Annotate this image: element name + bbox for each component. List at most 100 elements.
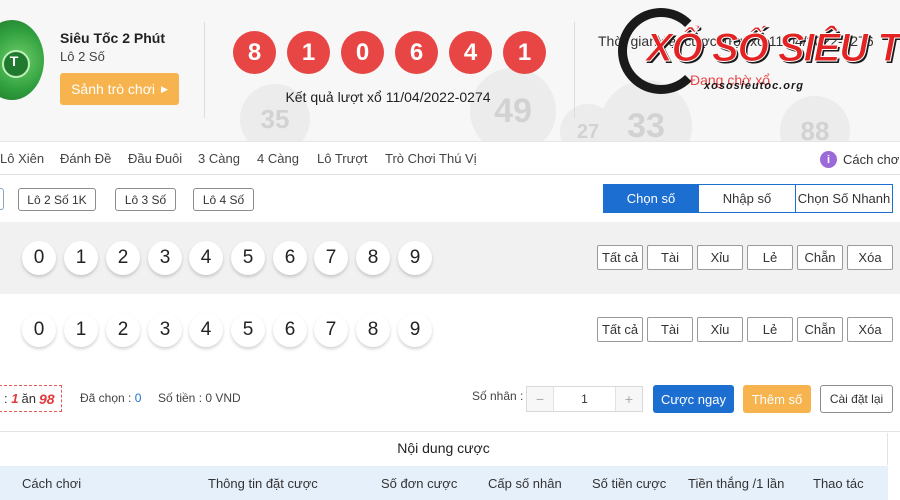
quick-clear-button[interactable]: Xóa <box>847 245 893 270</box>
bg-ball-number: 33 <box>627 106 665 142</box>
minus-icon[interactable]: − <box>527 387 553 411</box>
selected-count: Đã chọn : 0 <box>80 391 141 405</box>
quick-tai-button[interactable]: Tài <box>647 245 693 270</box>
quick-clear-button[interactable]: Xóa <box>847 317 893 342</box>
bg-ball: 49 <box>470 68 556 141</box>
quick-tai-button[interactable]: Tài <box>647 317 693 342</box>
bg-ball-number: 27 <box>576 120 600 142</box>
nav-item-dau-duoi[interactable]: Đầu Đuôi <box>128 151 182 166</box>
result-ball: 1 <box>287 31 330 74</box>
divider <box>574 22 575 118</box>
reset-button[interactable]: Cài đặt lại <box>820 385 893 413</box>
how-to-play-link[interactable]: i Cách chơi <box>820 151 900 168</box>
game-title: Siêu Tốc 2 Phút <box>60 30 166 46</box>
quick-xiu-button[interactable]: Xỉu <box>697 317 743 342</box>
number-row-2: 0 1 2 3 4 5 6 7 8 9 Tất cả Tài Xỉu Lẻ Ch… <box>0 294 900 366</box>
odds-badge: : 1 ăn 98 <box>0 385 62 412</box>
number-ball[interactable]: 0 <box>22 313 56 347</box>
tab-chon-so[interactable]: Chọn số <box>603 184 699 213</box>
bet-table-header: Cách chơi Thông tin đặt cược Số đơn cược… <box>0 466 888 500</box>
number-ball[interactable]: 8 <box>356 241 390 275</box>
quick-chan-button[interactable]: Chẵn <box>797 317 843 342</box>
selected-label: Đã chọn : <box>80 391 132 405</box>
number-ball[interactable]: 4 <box>189 313 223 347</box>
odds-win: 98 <box>38 390 55 407</box>
number-ball[interactable]: 6 <box>273 313 307 347</box>
number-ball[interactable]: 7 <box>314 241 348 275</box>
nav-item-4-cang[interactable]: 4 Càng <box>257 151 299 166</box>
number-ball[interactable]: 9 <box>398 241 432 275</box>
result-numbers: 8 1 0 6 4 1 <box>233 31 546 74</box>
number-ball[interactable]: 3 <box>148 313 182 347</box>
game-logo-letter: T <box>9 53 19 69</box>
amount-value: 0 VND <box>205 391 241 405</box>
quick-le-button[interactable]: Lẻ <box>747 317 793 342</box>
lobby-button[interactable]: Sảnh trò chơi ▶ <box>60 73 179 105</box>
nav-item-danh-de[interactable]: Đánh Đề <box>60 151 111 166</box>
selected-value: 0 <box>134 391 142 405</box>
nav-item-tro-choi[interactable]: Trò Chơi Thú Vị <box>385 151 477 166</box>
number-ball[interactable]: 1 <box>64 241 98 275</box>
brand-site: xososieutoc.org <box>704 80 804 92</box>
tab-chon-so-nhanh[interactable]: Chọn Số Nhanh <box>795 184 893 213</box>
result-ball: 4 <box>449 31 492 74</box>
amount-label: Số tiền : <box>158 391 203 405</box>
number-ball[interactable]: 3 <box>148 241 182 275</box>
nav-item-lo-xien[interactable]: Lô Xiên <box>0 151 44 166</box>
result-ball: 8 <box>233 31 276 74</box>
number-ball[interactable]: 5 <box>231 313 265 347</box>
plus-icon[interactable]: + <box>616 387 642 411</box>
multiplier-stepper: − + <box>526 386 643 412</box>
quick-xiu-button[interactable]: Xỉu <box>697 245 743 270</box>
column-header: Thao tác <box>813 476 864 491</box>
odds-prefix: : <box>4 391 8 406</box>
result-ball: 6 <box>395 31 438 74</box>
number-ball[interactable]: 2 <box>106 313 140 347</box>
info-icon: i <box>820 151 837 168</box>
number-ball[interactable]: 0 <box>22 241 56 275</box>
number-ball[interactable]: 2 <box>106 241 140 275</box>
number-ball[interactable]: 9 <box>398 313 432 347</box>
lobby-button-label: Sảnh trò chơi <box>71 81 155 97</box>
play-arrow-icon: ▶ <box>160 83 168 94</box>
bg-ball-number: 35 <box>260 103 290 134</box>
quick-le-button[interactable]: Lẻ <box>747 245 793 270</box>
add-number-button[interactable]: Thêm số <box>743 385 811 413</box>
subtype-lo-3-so[interactable]: Lô 3 Số <box>115 188 176 211</box>
number-ball[interactable]: 4 <box>189 241 223 275</box>
subtype-lo-2-so-1k[interactable]: Lô 2 Số 1K <box>18 188 96 211</box>
divider <box>204 22 205 118</box>
quick-all-button[interactable]: Tất cả <box>597 245 643 270</box>
quick-chan-button[interactable]: Chẵn <box>797 245 843 270</box>
active-subtype-marker[interactable] <box>0 188 4 210</box>
multiplier-label: Số nhân : <box>472 389 524 403</box>
column-header: Thông tin đặt cược <box>208 476 318 491</box>
game-subtitle: Lô 2 Số <box>60 49 105 64</box>
column-header: Cách chơi <box>22 476 82 491</box>
subtype-lo-4-so[interactable]: Lô 4 Số <box>193 188 254 211</box>
quick-all-button[interactable]: Tất cả <box>597 317 643 342</box>
column-header: Tiền thắng /1 lần <box>688 476 785 491</box>
bet-content-title: Nội dung cược <box>0 433 888 465</box>
bet-amount: Số tiền : 0 VND <box>158 391 241 405</box>
odds-mid: ăn <box>21 391 36 406</box>
bg-ball-number: 88 <box>800 115 830 142</box>
number-ball[interactable]: 7 <box>314 313 348 347</box>
number-row-1: 0 1 2 3 4 5 6 7 8 9 Tất cả Tài Xỉu Lẻ Ch… <box>0 222 900 294</box>
column-header: Cấp số nhân <box>488 476 562 491</box>
tab-nhap-so[interactable]: Nhập số <box>698 184 796 213</box>
number-ball[interactable]: 6 <box>273 241 307 275</box>
column-header: Số đơn cược <box>381 476 458 491</box>
multiplier-input[interactable] <box>553 387 616 411</box>
header: 35 49 27 33 88 T Siêu Tốc 2 Phút Lô 2 Số… <box>0 0 900 142</box>
number-ball[interactable]: 8 <box>356 313 390 347</box>
bet-now-button[interactable]: Cược ngay <box>653 385 734 413</box>
nav-item-3-cang[interactable]: 3 Càng <box>198 151 240 166</box>
nav-item-lo-truot[interactable]: Lô Trượt <box>317 151 367 166</box>
number-ball[interactable]: 1 <box>64 313 98 347</box>
odds-bet: 1 <box>11 391 19 406</box>
game-nav: Lô Xiên Đánh Đề Đầu Đuôi 3 Càng 4 Càng L… <box>0 143 900 175</box>
result-ball: 0 <box>341 31 384 74</box>
result-label: Kết quả lượt xổ 11/04/2022-0274 <box>285 89 491 105</box>
number-ball[interactable]: 5 <box>231 241 265 275</box>
